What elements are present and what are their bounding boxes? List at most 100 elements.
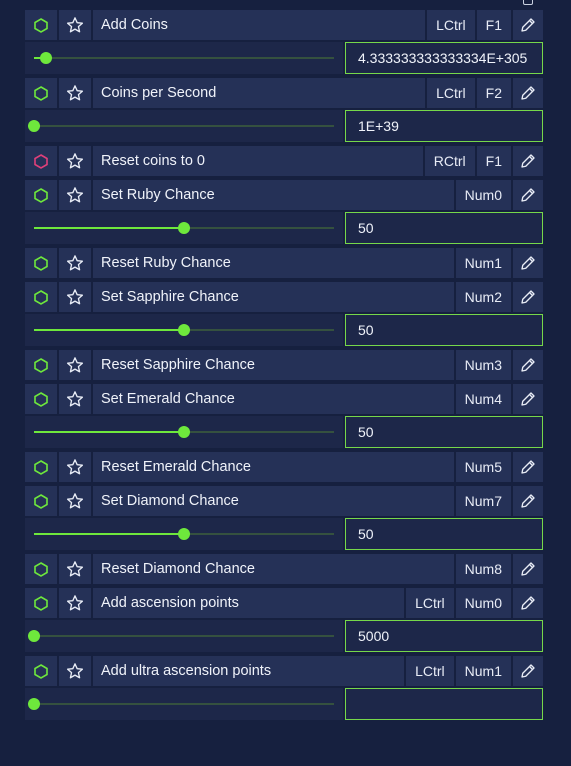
star-icon[interactable]: [59, 180, 91, 210]
star-icon[interactable]: [59, 452, 91, 482]
pencil-icon[interactable]: [513, 384, 543, 414]
pencil-icon[interactable]: [513, 350, 543, 380]
hotkey-label[interactable]: Num3: [455, 350, 511, 380]
cheat-entry: Add Coins LCtrl F1 4.333333333333334E+305: [25, 10, 543, 74]
hotkey-label[interactable]: Num7: [455, 486, 511, 516]
star-icon[interactable]: [59, 10, 91, 40]
pencil-icon[interactable]: [513, 588, 543, 618]
slider-handle[interactable]: [178, 528, 190, 540]
hotkey-label[interactable]: Num2: [455, 282, 511, 312]
hotkey-label[interactable]: Num5: [455, 452, 511, 482]
slider-handle[interactable]: [28, 630, 40, 642]
hotkey-label[interactable]: LCtrl: [427, 78, 475, 108]
cheat-controls: 50: [25, 314, 543, 346]
cheat-name: Add Coins: [93, 10, 426, 40]
hexagon-icon[interactable]: [25, 146, 57, 176]
value-input[interactable]: [345, 688, 543, 720]
value-slider[interactable]: [25, 416, 343, 448]
hotkey-label[interactable]: F2: [476, 78, 511, 108]
cheat-row: Reset coins to 0 RCtrl F1: [25, 146, 543, 176]
slider-track: [34, 528, 334, 540]
pencil-icon[interactable]: [513, 78, 543, 108]
cheat-row: Set Emerald Chance Num4: [25, 384, 543, 414]
cheat-name: Set Diamond Chance: [93, 486, 454, 516]
slider-handle[interactable]: [178, 324, 190, 336]
value-input[interactable]: 50: [345, 212, 543, 244]
hotkey-label[interactable]: Num8: [455, 554, 511, 584]
star-icon[interactable]: [59, 78, 91, 108]
cheat-name: Reset Sapphire Chance: [93, 350, 454, 380]
star-icon[interactable]: [59, 656, 91, 686]
cheat-controls: [25, 688, 543, 720]
value-input[interactable]: 50: [345, 518, 543, 550]
value-slider[interactable]: [25, 688, 343, 720]
cheat-name: Reset coins to 0: [93, 146, 423, 176]
hexagon-icon[interactable]: [25, 350, 57, 380]
hexagon-icon[interactable]: [25, 554, 57, 584]
hotkey-label[interactable]: Num1: [455, 248, 511, 278]
value-slider[interactable]: [25, 620, 343, 652]
cheat-entry: Set Diamond Chance Num7 50: [25, 486, 543, 550]
hexagon-icon[interactable]: [25, 248, 57, 278]
star-icon[interactable]: [59, 554, 91, 584]
value-input[interactable]: 4.333333333333334E+305: [345, 42, 543, 74]
star-icon[interactable]: [59, 384, 91, 414]
pencil-icon[interactable]: [513, 554, 543, 584]
pencil-icon[interactable]: [513, 248, 543, 278]
hotkey-label[interactable]: RCtrl: [424, 146, 475, 176]
hexagon-icon[interactable]: [25, 78, 57, 108]
slider-handle[interactable]: [178, 222, 190, 234]
star-icon[interactable]: [59, 350, 91, 380]
star-icon[interactable]: [59, 588, 91, 618]
value-slider[interactable]: [25, 518, 343, 550]
hotkey-label[interactable]: LCtrl: [406, 656, 454, 686]
pencil-icon[interactable]: [513, 180, 543, 210]
value-input[interactable]: 50: [345, 416, 543, 448]
value-slider[interactable]: [25, 42, 343, 74]
value-slider[interactable]: [25, 212, 343, 244]
hexagon-icon[interactable]: [25, 452, 57, 482]
hexagon-icon[interactable]: [25, 486, 57, 516]
cheat-row: Reset Ruby Chance Num1: [25, 248, 543, 278]
star-icon[interactable]: [59, 486, 91, 516]
pencil-icon[interactable]: [513, 282, 543, 312]
hotkey-label[interactable]: F1: [476, 10, 511, 40]
star-icon[interactable]: [59, 248, 91, 278]
hotkey-label[interactable]: Num0: [455, 588, 511, 618]
star-icon[interactable]: [59, 282, 91, 312]
hexagon-icon[interactable]: [25, 282, 57, 312]
pencil-icon[interactable]: [513, 452, 543, 482]
hexagon-icon[interactable]: [25, 588, 57, 618]
hotkey-label[interactable]: Num0: [455, 180, 511, 210]
value-slider[interactable]: [25, 110, 343, 142]
hexagon-icon[interactable]: [25, 384, 57, 414]
pencil-icon[interactable]: [513, 146, 543, 176]
hotkey-label[interactable]: Num1: [455, 656, 511, 686]
cheat-row: Set Sapphire Chance Num2: [25, 282, 543, 312]
cheat-entry: Reset Emerald Chance Num5: [25, 452, 543, 482]
value-input[interactable]: 1E+39: [345, 110, 543, 142]
cheat-row: Set Ruby Chance Num0: [25, 180, 543, 210]
star-icon[interactable]: [59, 146, 91, 176]
pencil-icon[interactable]: [513, 10, 543, 40]
hexagon-icon[interactable]: [25, 10, 57, 40]
hotkey-label[interactable]: LCtrl: [427, 10, 475, 40]
hotkey-label[interactable]: LCtrl: [406, 588, 454, 618]
cheat-controls: 5000: [25, 620, 543, 652]
hexagon-icon[interactable]: [25, 180, 57, 210]
value-slider[interactable]: [25, 314, 343, 346]
cheat-controls: 50: [25, 518, 543, 550]
hotkey-label[interactable]: F1: [476, 146, 511, 176]
slider-handle[interactable]: [28, 120, 40, 132]
cheat-name: Coins per Second: [93, 78, 426, 108]
hotkey-label[interactable]: Num4: [455, 384, 511, 414]
slider-handle[interactable]: [28, 698, 40, 710]
value-input[interactable]: 5000: [345, 620, 543, 652]
pencil-icon[interactable]: [513, 486, 543, 516]
value-input[interactable]: 50: [345, 314, 543, 346]
hexagon-icon[interactable]: [25, 656, 57, 686]
pencil-icon[interactable]: [513, 656, 543, 686]
slider-handle[interactable]: [40, 52, 52, 64]
slider-handle[interactable]: [178, 426, 190, 438]
cheat-name: Set Ruby Chance: [93, 180, 454, 210]
